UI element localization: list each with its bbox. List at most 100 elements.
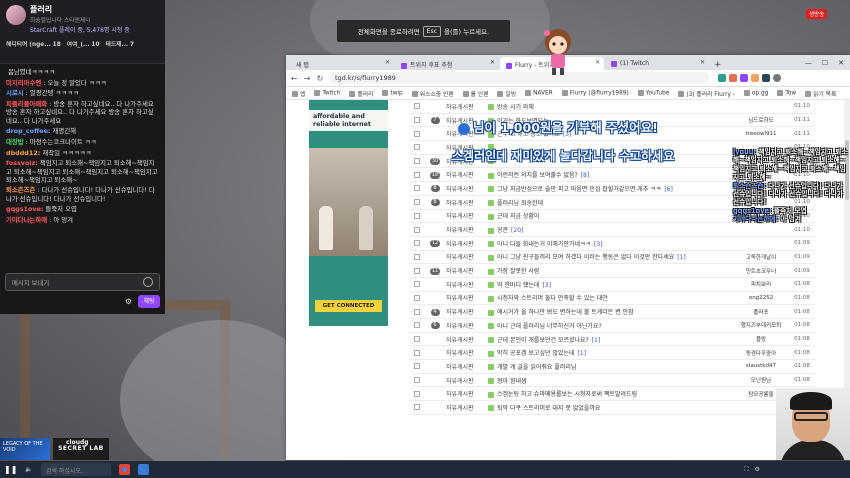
row-author[interactable]: slaustkd47: [733, 363, 789, 369]
row-checkbox[interactable]: [414, 390, 420, 397]
close-window-icon[interactable]: ✕: [838, 59, 844, 67]
settings-icon[interactable]: ⚙: [755, 466, 760, 474]
close-icon[interactable]: ✕: [385, 59, 390, 66]
row-checkbox[interactable]: [414, 226, 420, 233]
chat-nick[interactable]: 피플리플아매화: [6, 100, 47, 108]
close-icon[interactable]: ✕: [595, 59, 600, 66]
gear-icon[interactable]: ⚙: [125, 297, 132, 306]
row-title-link[interactable]: 플러리님 죄송한데: [488, 198, 733, 207]
bookmark-item[interactable]: 앱: [292, 89, 305, 98]
bookmark-item[interactable]: op.gg: [743, 89, 768, 96]
row-checkbox[interactable]: [414, 253, 420, 260]
ad-cta-button[interactable]: GET CONNECTED: [315, 300, 382, 312]
tab-new-tab[interactable]: 새 탭 ✕: [290, 57, 394, 70]
bookmark-item[interactable]: twip: [382, 89, 403, 96]
row-checkbox[interactable]: [414, 212, 420, 219]
row-author[interactable]: 피치보리: [733, 280, 789, 288]
row-checkbox[interactable]: [414, 267, 420, 274]
chat-input[interactable]: 메시지 보내기: [5, 273, 160, 291]
board-row[interactable]: 12 자유게시판 아니 다들 화내는거 이해가안가네ㅋㅋ [3] 01:09: [410, 237, 815, 251]
badge-item[interactable]: 여여_(... 10: [67, 39, 100, 60]
bookmark-item[interactable]: NAVER: [525, 89, 553, 96]
chat-send-button[interactable]: 채팅: [138, 295, 160, 308]
close-icon[interactable]: ✕: [700, 59, 705, 66]
row-title-link[interactable]: 방송 시기 와해: [488, 102, 733, 111]
reload-icon[interactable]: ↻: [316, 74, 324, 83]
row-title-link[interactable]: 막히 공포겜 보고싶던 많았는데 [1]: [488, 348, 733, 357]
chat-nick[interactable]: 기야다나는하애: [6, 216, 47, 224]
fullscreen-icon[interactable]: ⛶: [744, 466, 748, 474]
row-title-link[interactable]: 딱 한마디 했는데 [3]: [488, 280, 733, 289]
board-row[interactable]: 자유게시판 공관 [20] 01:10: [410, 223, 815, 237]
chat-nick[interactable]: 대장밥: [6, 138, 24, 146]
extension-icon[interactable]: [762, 74, 770, 82]
board-row[interactable]: 자유게시판 막히 공포겜 보고싶던 많았는데 [1] 동경다우중아 01:08: [410, 346, 815, 361]
bookmark-item[interactable]: 워스소중 인팬: [411, 89, 454, 98]
bookmark-item[interactable]: 를 인팬: [462, 89, 488, 98]
row-checkbox[interactable]: [414, 336, 420, 343]
taskbar-search[interactable]: 검색 하십시오.: [40, 463, 111, 476]
row-checkbox[interactable]: [414, 240, 420, 247]
chat-nick[interactable]: 퇴소즌즈즌: [6, 186, 35, 194]
new-tab-button[interactable]: +: [710, 60, 726, 70]
row-author[interactable]: 고독한개날이: [733, 253, 789, 261]
channel-avatar[interactable]: [6, 5, 26, 25]
row-checkbox[interactable]: [414, 103, 420, 110]
row-title-link[interactable]: 공관 [20]: [488, 225, 733, 234]
row-checkbox[interactable]: [414, 404, 420, 411]
extension-icon[interactable]: [729, 74, 737, 82]
advertisement[interactable]: affordable and reliable internet GET CON…: [309, 100, 388, 326]
profile-avatar[interactable]: [773, 74, 781, 82]
row-title-link[interactable]: 근데 지금 상황이: [488, 211, 733, 220]
volume-icon[interactable]: 🔈: [25, 466, 32, 473]
board-row[interactable]: 자유게시판 방송 시기 와해 01:10: [410, 100, 815, 114]
row-checkbox[interactable]: [414, 377, 420, 384]
emote-icon[interactable]: [143, 277, 153, 287]
row-checkbox[interactable]: [414, 199, 420, 206]
row-checkbox[interactable]: [414, 308, 420, 315]
channel-name[interactable]: 플러리: [30, 4, 159, 15]
chat-nick[interactable]: 시로시: [6, 89, 24, 97]
board-row[interactable]: 자유게시판 근데 본인이 개를보던건 모르셨나요? [1] 플랑 01:08: [410, 333, 815, 347]
board-row[interactable]: 6 자유게시판 아니 근데 플러리님 너무하신거 아닌가요? 행지즈부대커모퇴 01:0…: [410, 319, 815, 333]
row-author[interactable]: 동경다우중아: [733, 349, 789, 357]
chat-nick[interactable]: 미지리아수엔: [6, 79, 41, 87]
row-checkbox[interactable]: [414, 281, 420, 288]
row-checkbox[interactable]: [414, 117, 420, 124]
board-row[interactable]: 자유게시판 개발 개 글을 읽어줘요 플러리님 slaustkd47 01:08: [410, 360, 815, 374]
close-icon[interactable]: ✕: [490, 59, 495, 66]
board-row[interactable]: 자유게시판 딱 한마디 했는데 [3] 피치보리 01:08: [410, 278, 815, 292]
row-checkbox[interactable]: [414, 130, 420, 137]
extension-icon[interactable]: [751, 74, 759, 82]
chat-nick[interactable]: fossvoiz:: [6, 159, 38, 167]
row-checkbox[interactable]: [414, 294, 420, 301]
badge-item[interactable]: 테드재... 7: [106, 39, 135, 60]
row-title-link[interactable]: 아니 다들 화내는거 이해가안가네ㅋㅋ [3]: [488, 239, 733, 248]
bookmark-item[interactable]: Twitch: [314, 89, 340, 96]
row-author[interactable]: 님드로하도: [733, 116, 789, 124]
forward-icon[interactable]: →: [303, 74, 311, 83]
row-title-link[interactable]: 스겜눈팅 하고 슈마메용롤보는 시청자로써 팩트말려드림: [488, 389, 733, 398]
board-row[interactable]: 자유게시판스겜눈팅 하고 슈마메용롤보는 시청자로써 팩트말려드림탕모공롱들01…: [410, 387, 815, 402]
pause-icon[interactable]: ❚❚: [4, 465, 17, 474]
row-title-link[interactable]: 애시거가 올 하나만 봐도 변하는데 볼 트게더든 변 안함: [488, 307, 733, 316]
chat-nick[interactable]: dbddd12:: [6, 149, 40, 157]
row-title-link[interactable]: 그냥 지금반성으로 술만 피고 마음면 민심 잡힐거같으면 개추 ㅋㅋ [6]: [488, 184, 733, 193]
row-title-link[interactable]: 근데 본인이 개를보던건 모르셨나요? [1]: [488, 335, 733, 344]
board-row[interactable]: 4 자유게시판 애시거가 올 하나만 봐도 변하는데 볼 트게더든 변 안함 플러포 0…: [410, 305, 815, 319]
row-author[interactable]: 민트초코우너: [733, 267, 789, 275]
row-title-link[interactable]: 형아 힘내셈: [488, 376, 733, 385]
row-title-link[interactable]: 시청자와 스트리머 둘다 만족할 수 있는 대안: [488, 293, 733, 302]
bookmark-item[interactable]: 읽기 목록: [805, 89, 836, 98]
chat-nick[interactable]: drop_coffee:: [6, 127, 50, 135]
maximize-icon[interactable]: ☐: [822, 59, 828, 67]
row-checkbox[interactable]: [414, 185, 420, 192]
row-checkbox[interactable]: [414, 144, 420, 151]
row-title-link[interactable]: 아니 근데 플러리님 너무하신거 아닌가요?: [488, 321, 733, 330]
chat-nick[interactable]: gqgs1ove:: [6, 205, 43, 213]
address-input[interactable]: tgd.kr/s/flurry1989: [329, 72, 709, 84]
bookmark-item[interactable]: 플러리: [349, 89, 373, 98]
extension-icon[interactable]: [718, 74, 726, 82]
row-title-link[interactable]: 가장 잘못한 사람: [488, 266, 733, 275]
bookmark-item[interactable]: 일빙: [497, 89, 516, 98]
